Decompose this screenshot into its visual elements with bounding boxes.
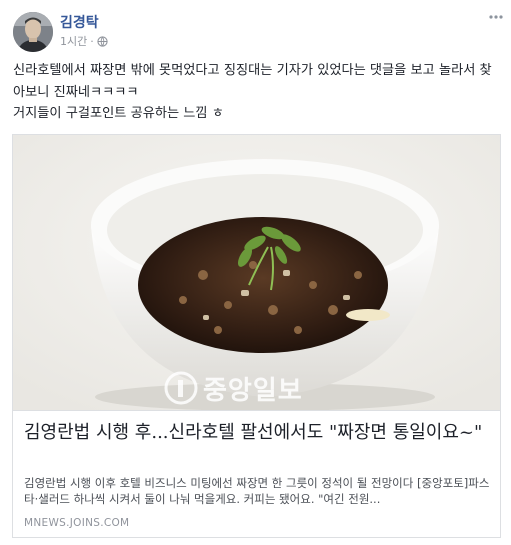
post-meta: 1시간 · — [60, 33, 108, 49]
link-preview-body[interactable]: 김영란법 시행 후...신라호텔 팔선에서도 "짜장면 통일이요~" 김영란법 … — [13, 410, 500, 537]
joongang-logo-icon — [164, 371, 198, 405]
news-watermark: 중앙일보 — [163, 369, 303, 407]
post-text-line-2: 거지들이 구걸포인트 공유하는 느낌 ㅎ — [13, 106, 224, 121]
link-preview-card[interactable]: 중앙일보 김영란법 시행 후...신라호텔 팔선에서도 "짜장면 통일이요~" … — [12, 134, 501, 538]
meta-separator: · — [90, 34, 94, 48]
facebook-post: 김경탁 1시간 · 신라호텔에서 짜장면 밖에 못먹었다고 징징대는 기자가 있… — [0, 0, 511, 545]
post-text-line-1: 신라호텔에서 짜장면 밖에 못먹었다고 징징대는 기자가 있었다는 댓글을 보고… — [13, 63, 492, 100]
more-options-icon[interactable] — [487, 8, 505, 26]
globe-icon[interactable] — [97, 35, 108, 47]
author-name[interactable]: 김경탁 — [60, 12, 99, 32]
link-preview-image[interactable]: 중앙일보 — [13, 135, 500, 410]
watermark-text: 중앙일보 — [203, 375, 303, 406]
avatar-photo — [13, 12, 53, 52]
link-domain: MNEWS.JOINS.COM — [24, 517, 130, 529]
timestamp[interactable]: 1시간 — [60, 33, 87, 49]
link-title[interactable]: 김영란법 시행 후...신라호텔 팔선에서도 "짜장면 통일이요~" — [24, 421, 490, 445]
avatar[interactable] — [13, 12, 53, 52]
link-description: 김영란법 시행 이후 호텔 비즈니스 미팅에선 짜장면 한 그릇이 정석이 될 … — [24, 476, 490, 506]
